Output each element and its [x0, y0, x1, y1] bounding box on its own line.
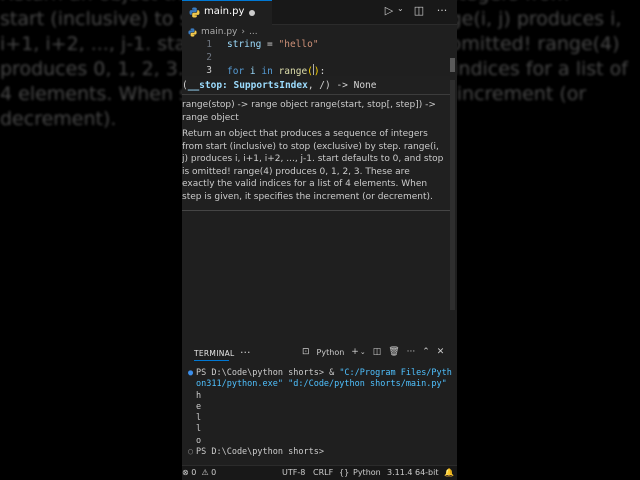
python-icon — [188, 27, 197, 37]
terminal-controls: ⊡ Python + ⌄ ◫ 🗑 ··· ⌃ ✕ — [302, 347, 444, 357]
terminal-output-line: h — [196, 390, 202, 401]
tab-main-py[interactable]: main.py — [182, 0, 272, 25]
status-bar: ⊗ 0 ⚠ 0 UTF-8 CRLF {} Python 3.11.4 64-b… — [182, 465, 457, 480]
chevron-down-icon[interactable]: ⌄ — [397, 4, 404, 17]
vscode-window: main.py ▷ ⌄ ◫ ··· main.py › ... 1 string… — [182, 0, 457, 480]
panel-more-icon[interactable]: ··· — [240, 346, 251, 359]
description-text: Return an object that produces a sequenc… — [182, 129, 444, 202]
braces-icon[interactable]: {} — [339, 468, 349, 477]
more-icon[interactable]: ··· — [407, 347, 416, 357]
usage-text: range(stop) -> range object range(start,… — [182, 100, 436, 123]
warning-icon: ⚠ — [201, 468, 209, 477]
signature-line: (__stop: SupportsIndex, /) -> None — [182, 80, 377, 91]
encoding-indicator[interactable]: UTF-8 — [282, 468, 305, 477]
scrollbar-track[interactable] — [450, 80, 455, 310]
tab-terminal[interactable]: TERMINAL — [194, 349, 235, 358]
terminal-marker-icon: ○ — [188, 447, 194, 458]
editor-actions: ▷ ⌄ ◫ ··· — [382, 4, 449, 17]
terminal-output-line: l — [196, 413, 202, 424]
tab-bar: main.py ▷ ⌄ ◫ ··· — [182, 0, 457, 25]
active-tab-underline — [194, 360, 229, 361]
new-terminal-icon[interactable]: + — [351, 347, 359, 357]
line-number: 1 — [206, 39, 212, 50]
terminal-header: TERMINAL ··· ⊡ Python + ⌄ ◫ 🗑 ··· ⌃ ✕ — [182, 346, 457, 362]
popup-divider — [182, 94, 450, 95]
code-editor[interactable]: 1 string = "hello" 2 3 for i in range(): — [182, 38, 450, 78]
terminal-output-line: l — [196, 424, 202, 435]
more-actions-icon[interactable]: ··· — [435, 4, 449, 17]
terminal-profile[interactable]: Python — [317, 348, 345, 357]
line-number: 2 — [206, 52, 212, 63]
close-icon[interactable]: ✕ — [437, 347, 445, 357]
terminal-shell-icon: ⊡ — [302, 347, 310, 357]
notifications-icon[interactable]: 🔔 — [444, 468, 454, 477]
chevron-down-icon[interactable]: ⌄ — [360, 348, 366, 356]
terminal-command-line: ● PS D:\Code\python shorts> & "C:/Program… — [188, 368, 452, 390]
terminal-output-line: o — [196, 435, 202, 446]
unsaved-dot-icon[interactable] — [249, 10, 255, 16]
active-parameter: __stop: SupportsIndex — [187, 80, 308, 91]
split-editor-icon[interactable]: ◫ — [412, 4, 426, 17]
breadcrumb-more[interactable]: ... — [249, 27, 258, 37]
terminal-prompt-line: ○ PS D:\Code\python shorts> — [188, 447, 324, 458]
language-indicator[interactable]: Python — [353, 468, 381, 477]
maximize-panel-icon[interactable]: ⌃ — [422, 347, 430, 357]
code-line: 2 — [182, 51, 450, 64]
run-icon[interactable]: ▷ — [382, 4, 396, 17]
line-code: string = "hello" — [227, 39, 319, 50]
eol-indicator[interactable]: CRLF — [313, 468, 333, 477]
split-terminal-icon[interactable]: ◫ — [373, 347, 382, 357]
tab-filename: main.py — [204, 6, 245, 17]
python-icon — [189, 7, 200, 18]
trash-icon[interactable]: 🗑 — [388, 347, 399, 357]
scrollbar-thumb[interactable] — [450, 58, 455, 72]
interpreter-indicator[interactable]: 3.11.4 64-bit — [387, 468, 439, 477]
breadcrumb-file[interactable]: main.py — [201, 27, 237, 37]
breadcrumb: main.py › ... — [188, 27, 258, 37]
signature-help-popup: (__stop: SupportsIndex, /) -> None range… — [182, 76, 450, 211]
terminal-output-line: e — [196, 401, 202, 412]
error-icon: ⊗ — [182, 468, 189, 477]
terminal-marker-icon: ● — [188, 368, 194, 378]
chevron-right-icon: › — [241, 27, 245, 37]
problems-indicator[interactable]: ⊗ 0 ⚠ 0 — [182, 468, 216, 477]
terminal-output[interactable]: ● PS D:\Code\python shorts> & "C:/Program… — [188, 368, 454, 458]
code-line: 1 string = "hello" — [182, 38, 450, 51]
